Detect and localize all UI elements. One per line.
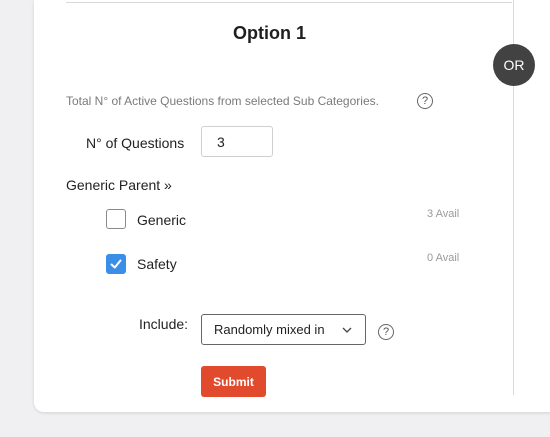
question-circle-icon[interactable]: ? bbox=[417, 93, 433, 109]
generic-avail-count: 3 Avail bbox=[427, 208, 460, 220]
question-circle-icon[interactable]: ? bbox=[378, 324, 394, 340]
total-active-questions-text: Total N° of Active Questions from select… bbox=[66, 94, 379, 108]
generic-parent-label[interactable]: Generic Parent » bbox=[66, 177, 172, 193]
safety-avail-count: 0 Avail bbox=[427, 252, 460, 264]
option-card bbox=[34, 0, 550, 412]
submit-button[interactable]: Submit bbox=[201, 366, 266, 397]
generic-checkbox[interactable] bbox=[106, 209, 126, 229]
questions-count-input[interactable]: 3 bbox=[201, 126, 273, 157]
include-label: Include: bbox=[139, 316, 189, 332]
or-badge: OR bbox=[493, 44, 535, 86]
top-divider bbox=[66, 2, 512, 3]
include-selected-value: Randomly mixed in bbox=[214, 322, 325, 337]
check-icon bbox=[110, 259, 122, 269]
include-select[interactable]: Randomly mixed in bbox=[201, 314, 366, 345]
chevron-down-icon bbox=[342, 327, 352, 333]
safety-checkbox[interactable] bbox=[106, 254, 126, 274]
safety-label: Safety bbox=[137, 256, 177, 272]
option-title: Option 1 bbox=[233, 23, 306, 43]
questions-count-label: N° of Questions bbox=[86, 135, 185, 151]
generic-label: Generic bbox=[137, 212, 187, 228]
